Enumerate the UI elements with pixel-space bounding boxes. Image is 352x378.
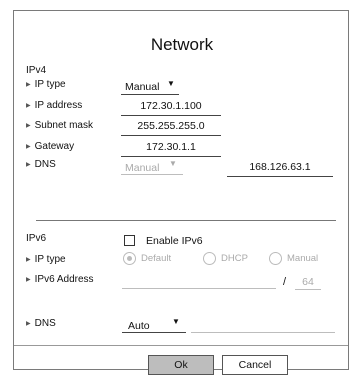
ipv6-dns-label: ▶ DNS [26,318,56,329]
bullet-arrow-icon: ▶ [26,144,31,150]
ipv4-section-title: IPv4 [26,65,47,76]
dropdown-arrow-icon: ▼ [167,79,175,88]
ipv6-radio-default[interactable]: Default [123,252,183,266]
ipv6-dns-server-field[interactable] [191,315,335,333]
radio-selected-icon [123,252,136,265]
prefix-separator: / [283,276,287,288]
ipv4-dns-mode-select[interactable]: Manual ▼ [121,157,183,175]
ipv6-dns-mode-select[interactable]: Auto ▼ [122,315,186,333]
ipv4-ip-type-select[interactable]: Manual ▼ [121,77,179,95]
bullet-arrow-icon: ▶ [26,103,31,109]
radio-empty-icon [269,252,282,265]
ipv4-subnet-mask-label: ▶ Subnet mask [26,120,93,131]
bullet-arrow-icon: ▶ [26,277,31,283]
ipv6-section-title: IPv6 [26,233,47,244]
ipv6-ip-type-label: ▶ IP type [26,254,66,265]
footer-divider [14,345,348,346]
ipv6-address-field[interactable] [122,274,276,289]
dropdown-arrow-icon: ▼ [169,159,177,168]
bullet-arrow-icon: ▶ [26,162,31,168]
ipv4-ip-address-field[interactable]: 172.30.1.100 [121,98,221,116]
ipv4-ip-type-label: ▶ IP type [26,79,66,90]
ipv4-dns-server-field[interactable]: 168.126.63.1 [227,159,333,177]
ipv6-radio-manual[interactable]: Manual [269,252,334,266]
ipv4-ip-address-label: ▶ IP address [26,100,83,111]
enable-ipv6-label: Enable IPv6 [146,235,203,247]
dropdown-arrow-icon: ▼ [172,317,180,326]
ipv6-radio-dhcp[interactable]: DHCP [203,252,258,266]
ipv4-gateway-field[interactable]: 172.30.1.1 [121,139,221,157]
radio-empty-icon [203,252,216,265]
bullet-arrow-icon: ▶ [26,123,31,129]
network-dialog: Network IPv4 ▶ IP type Manual ▼ ▶ IP addre… [13,10,349,375]
bullet-arrow-icon: ▶ [26,321,31,327]
ipv6-address-label: ▶ IPv6 Address [26,274,94,285]
section-divider [36,220,336,221]
dialog-title: Network [150,35,214,54]
ok-button[interactable]: Ok [148,355,214,375]
enable-ipv6-checkbox[interactable] [124,235,135,246]
bullet-arrow-icon: ▶ [26,257,31,263]
ipv4-subnet-mask-field[interactable]: 255.255.255.0 [121,118,221,136]
ipv4-gateway-label: ▶ Gateway [26,141,75,152]
ipv4-dns-label: ▶ DNS [26,159,56,170]
enable-ipv6-option[interactable]: Enable IPv6 [124,235,234,249]
cancel-button[interactable]: Cancel [222,355,288,375]
ipv6-prefix-field[interactable]: 64 [295,275,321,290]
bullet-arrow-icon: ▶ [26,82,31,88]
